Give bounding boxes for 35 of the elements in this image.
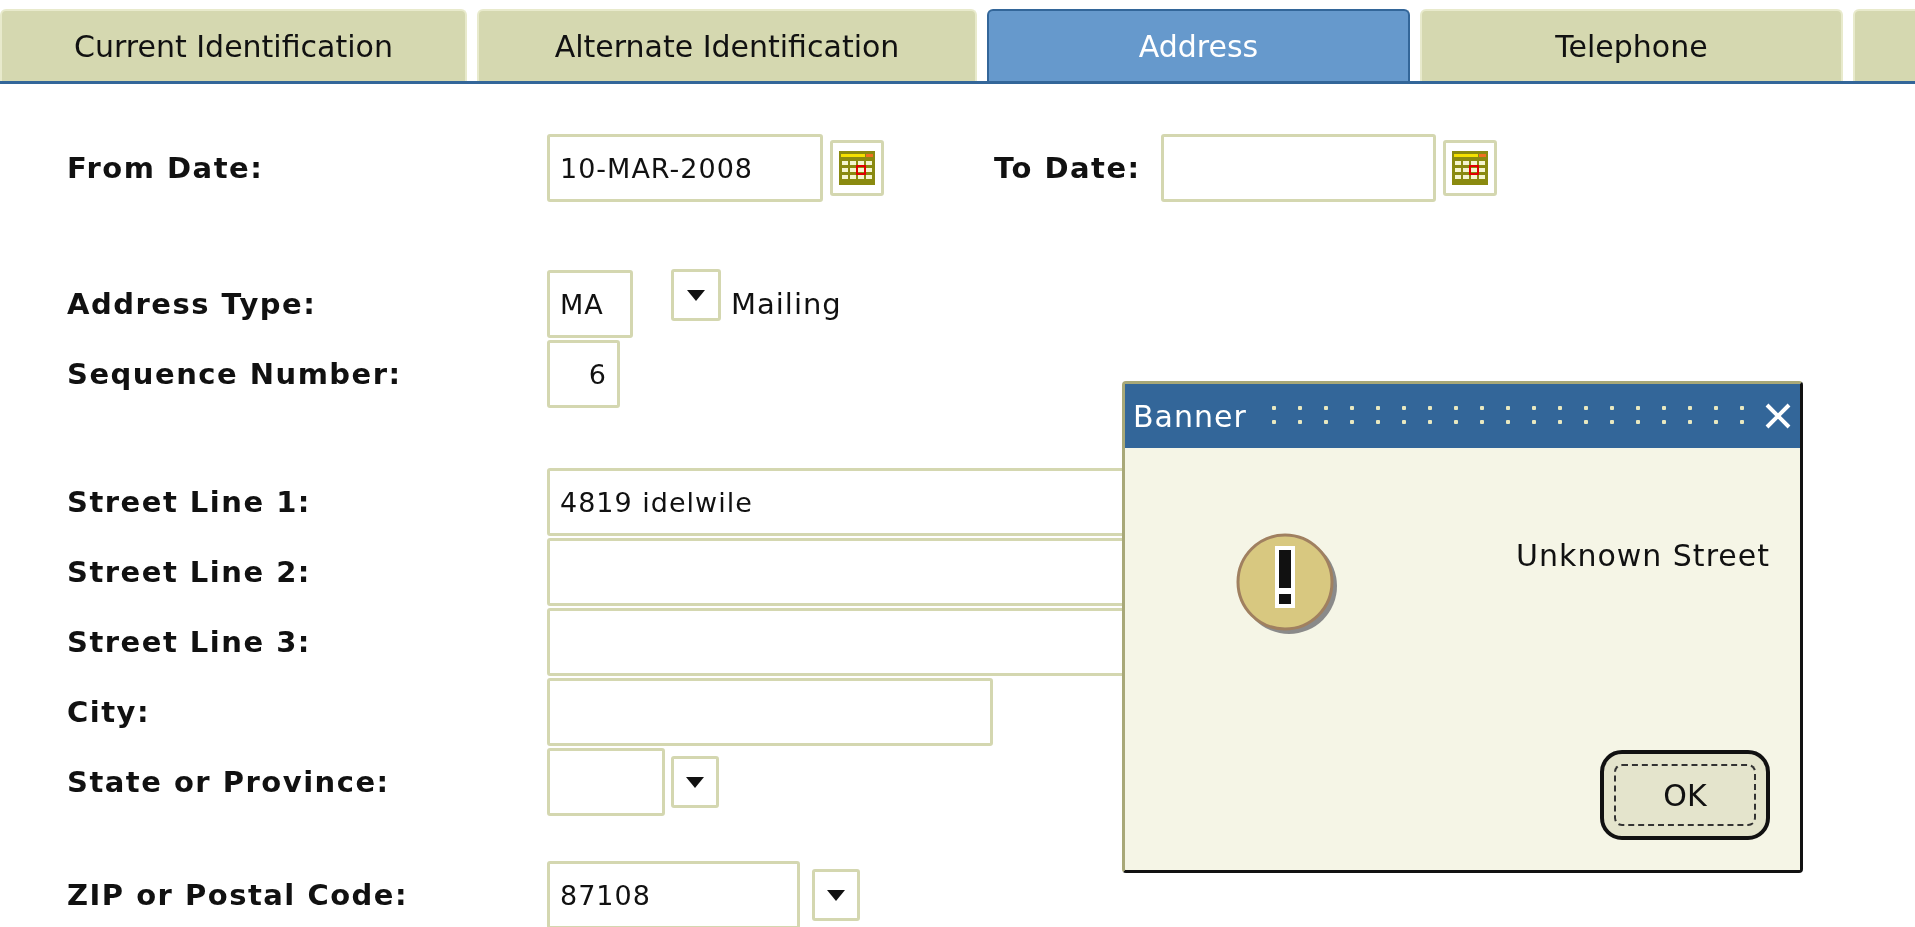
date-field[interactable]: 10-MAR-2008: [547, 134, 823, 202]
input-field[interactable]: 6: [547, 340, 620, 408]
calendar-icon: [839, 151, 875, 185]
dropdown-button[interactable]: [671, 756, 719, 808]
field-label: Street Line 3:: [67, 625, 312, 659]
calendar-button[interactable]: [830, 140, 884, 196]
field-label: State or Province:: [67, 765, 391, 799]
caret-icon: [687, 289, 705, 301]
tab[interactable]: Alternate Identification: [477, 9, 977, 81]
dropdown-button[interactable]: [671, 269, 721, 321]
field-label: ZIP or Postal Code:: [67, 878, 410, 912]
input-field[interactable]: MA: [547, 270, 633, 338]
tab[interactable]: Telephone: [1420, 9, 1843, 81]
dropdown-button[interactable]: [812, 869, 860, 921]
field-label: Street Line 1:: [67, 485, 312, 519]
input-field[interactable]: [547, 748, 665, 816]
type-description: Mailing: [731, 287, 842, 321]
close-icon[interactable]: [1764, 402, 1792, 430]
field-label: From Date:: [67, 151, 265, 185]
date-field[interactable]: [1160, 134, 1436, 202]
calendar-button[interactable]: [1442, 140, 1497, 196]
caret-icon: [686, 776, 704, 788]
field-label: To Date:: [994, 151, 1141, 185]
field-label: Address Type:: [67, 287, 318, 321]
field-label: Street Line 2:: [67, 555, 312, 589]
field-label: Sequence Number:: [67, 357, 403, 391]
dialog-title: Banner: [1133, 398, 1247, 434]
field-label: City:: [67, 695, 152, 729]
dialog-message: Unknown Street: [1516, 538, 1770, 573]
tab[interactable]: Current Identification: [0, 9, 467, 81]
ok-button[interactable]: OK: [1600, 750, 1770, 840]
caret-icon: [827, 889, 845, 901]
input-field[interactable]: [547, 678, 993, 746]
input-field[interactable]: 87108: [547, 861, 800, 927]
calendar-icon: [1451, 151, 1488, 185]
